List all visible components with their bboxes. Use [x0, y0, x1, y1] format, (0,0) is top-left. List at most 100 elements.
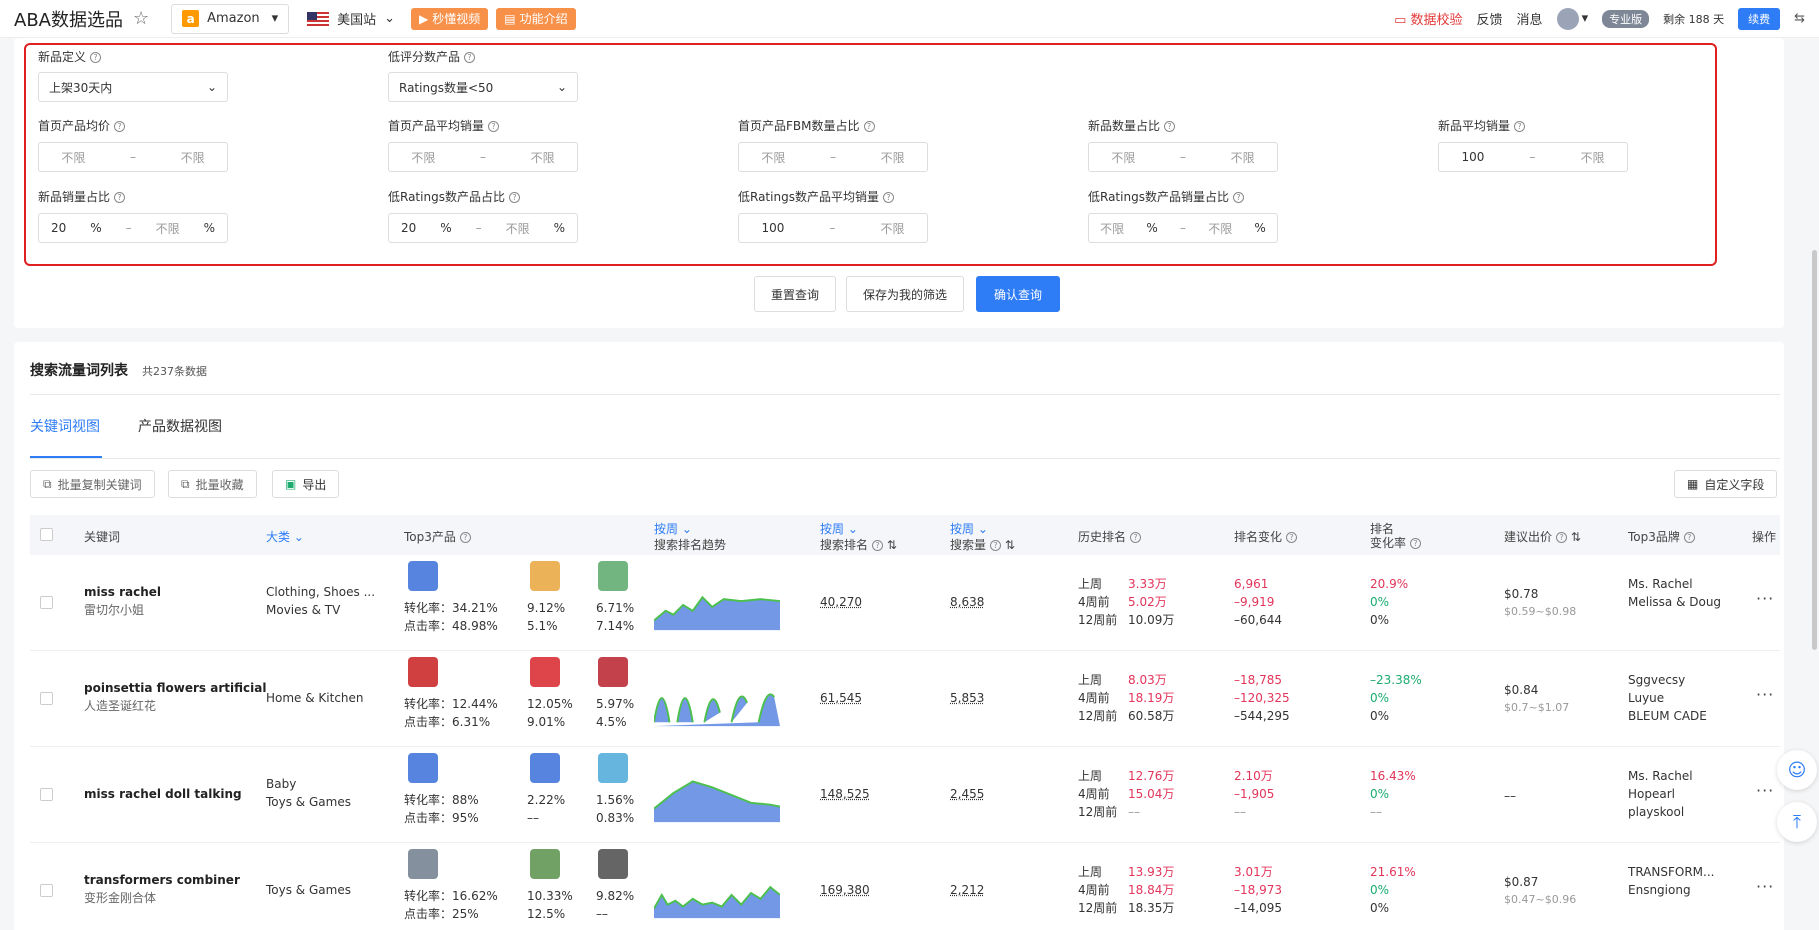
range-max[interactable]: 不限 [1231, 149, 1255, 166]
data-check-link[interactable]: ▭ 数据校验 [1394, 9, 1462, 28]
search-rank[interactable]: 61,545 [820, 691, 862, 705]
export-button[interactable]: ▣ 导出 [272, 470, 340, 498]
range-min[interactable]: 100 [762, 221, 785, 235]
copy-keywords-button[interactable]: ⧉ 批量复制关键词 [30, 470, 155, 498]
range-input[interactable]: 100 – 不限 [1438, 142, 1628, 172]
range-min[interactable]: 不限 [1111, 149, 1135, 166]
search-rank[interactable]: 169,380 [820, 883, 870, 897]
batch-favorite-button[interactable]: ⧉ 批量收藏 [168, 470, 257, 498]
range-min[interactable]: 20 [401, 221, 416, 235]
table-row[interactable]: miss rachel 雷切尔小姐 Clothing, Shoes ... Movie… [30, 555, 1780, 651]
product-thumbnail[interactable] [408, 753, 438, 783]
more-icon[interactable]: ··· [1756, 877, 1774, 896]
product-thumbnail[interactable] [530, 753, 560, 783]
brand-name[interactable]: Hopearl [1628, 785, 1693, 803]
keyword-text[interactable]: miss rachel [84, 583, 161, 601]
brand-name[interactable]: Luyue [1628, 689, 1707, 707]
table-row[interactable]: poinsettia flowers artificial 人造圣诞红花 Home … [30, 651, 1780, 747]
brand-name[interactable]: Ms. Rachel [1628, 767, 1693, 785]
range-max[interactable]: 不限 [531, 149, 555, 166]
brand-name[interactable]: Ensngiong [1628, 881, 1714, 899]
product-thumbnail[interactable] [530, 561, 560, 591]
product-thumbnail[interactable] [408, 849, 438, 879]
search-volume[interactable]: 5,853 [950, 691, 984, 705]
back-to-top-icon[interactable]: ⤒ [1777, 802, 1817, 842]
site-select[interactable]: 美国站 ⌄ [307, 9, 395, 28]
search-volume[interactable]: 8,638 [950, 595, 984, 609]
rank-period-select[interactable]: 按周 ⌄ [820, 520, 858, 537]
tab-product-view[interactable]: 产品数据视图 [138, 416, 222, 436]
rank-trend-sparkline[interactable] [654, 865, 780, 919]
more-icon[interactable]: ··· [1756, 589, 1774, 608]
rank-trend-sparkline[interactable] [654, 577, 780, 631]
more-icon[interactable]: ··· [1756, 781, 1774, 800]
range-max[interactable]: 不限 [880, 220, 904, 237]
low-rating-select[interactable]: Ratings数量<50 ⌄ [388, 72, 578, 102]
reset-button[interactable]: 重置查询 [754, 276, 836, 312]
range-input[interactable]: 不限 – 不限 [388, 142, 578, 172]
brand-name[interactable]: TRANSFORM... [1628, 863, 1714, 881]
brand-name[interactable]: BLEUM CADE [1628, 707, 1707, 725]
brand-name[interactable]: Sggvecsy [1628, 671, 1707, 689]
platform-select[interactable]: a Amazon ▾ [171, 3, 290, 34]
range-input[interactable]: 不限 – 不限 [38, 142, 228, 172]
product-thumbnail[interactable] [598, 753, 628, 783]
col-category[interactable]: 大类 ⌄ [266, 528, 304, 545]
save-filter-button[interactable]: 保存为我的筛选 [846, 276, 964, 312]
range-input[interactable]: 不限% – 不限% [1088, 213, 1278, 243]
user-menu[interactable]: ▾ [1556, 7, 1588, 30]
range-max[interactable]: 不限 [506, 220, 530, 237]
trend-period-select[interactable]: 按周 ⌄ [654, 520, 692, 537]
row-checkbox[interactable] [40, 692, 53, 705]
keyword-text[interactable]: poinsettia flowers artificial [84, 679, 266, 697]
range-input[interactable]: 不限 – 不限 [1088, 142, 1278, 172]
tab-keyword-view[interactable]: 关键词视图 [30, 416, 100, 436]
more-icon[interactable]: ··· [1756, 685, 1774, 704]
range-max[interactable]: 不限 [156, 220, 180, 237]
vol-period-select[interactable]: 按周 ⌄ [950, 520, 988, 537]
range-max[interactable]: 不限 [1580, 149, 1604, 166]
col-bid[interactable]: 建议出价? ⇅ [1504, 528, 1581, 545]
range-min[interactable]: 不限 [411, 149, 435, 166]
scrollbar[interactable] [1812, 250, 1817, 650]
range-input[interactable]: 100 – 不限 [738, 213, 928, 243]
row-checkbox[interactable] [40, 596, 53, 609]
product-thumbnail[interactable] [530, 657, 560, 687]
range-min[interactable]: 100 [1462, 150, 1485, 164]
range-min[interactable]: 不限 [1100, 220, 1124, 237]
confirm-button[interactable]: 确认查询 [976, 276, 1060, 312]
row-checkbox[interactable] [40, 884, 53, 897]
search-rank[interactable]: 40,270 [820, 595, 862, 609]
select-all-checkbox[interactable] [40, 528, 53, 541]
range-input[interactable]: 20% – 不限% [388, 213, 578, 243]
range-min[interactable]: 不限 [761, 149, 785, 166]
renew-button[interactable]: 续费 [1738, 7, 1781, 30]
product-thumbnail[interactable] [408, 561, 438, 591]
range-max[interactable]: 不限 [881, 149, 905, 166]
range-max[interactable]: 不限 [181, 149, 205, 166]
brand-name[interactable]: playskool [1628, 803, 1693, 821]
messages-link[interactable]: 消息 [1517, 9, 1543, 28]
range-min[interactable]: 不限 [61, 149, 85, 166]
intro-button[interactable]: ▤ 功能介绍 [496, 7, 576, 30]
feedback-link[interactable]: 反馈 [1477, 9, 1503, 28]
brand-name[interactable]: Melissa & Doug [1628, 593, 1721, 611]
range-max[interactable]: 不限 [1208, 220, 1232, 237]
keyword-text[interactable]: miss rachel doll talking [84, 785, 242, 803]
search-volume[interactable]: 2,212 [950, 883, 984, 897]
custom-fields-button[interactable]: ▦ 自定义字段 [1674, 470, 1778, 498]
range-min[interactable]: 20 [51, 221, 66, 235]
col-volume[interactable]: 搜索量? ⇅ [950, 536, 1015, 553]
product-thumbnail[interactable] [598, 561, 628, 591]
row-checkbox[interactable] [40, 788, 53, 801]
search-rank[interactable]: 148,525 [820, 787, 870, 801]
range-input[interactable]: 20% – 不限% [38, 213, 228, 243]
col-rank[interactable]: 搜索排名? ⇅ [820, 536, 897, 553]
table-row[interactable]: transformers combiner 变形金刚合体 Toys & Games 转… [30, 843, 1780, 930]
product-thumbnail[interactable] [598, 657, 628, 687]
product-thumbnail[interactable] [598, 849, 628, 879]
keyword-text[interactable]: transformers combiner [84, 871, 240, 889]
range-input[interactable]: 不限 – 不限 [738, 142, 928, 172]
star-icon[interactable]: ☆ [133, 8, 149, 29]
product-thumbnail[interactable] [408, 657, 438, 687]
